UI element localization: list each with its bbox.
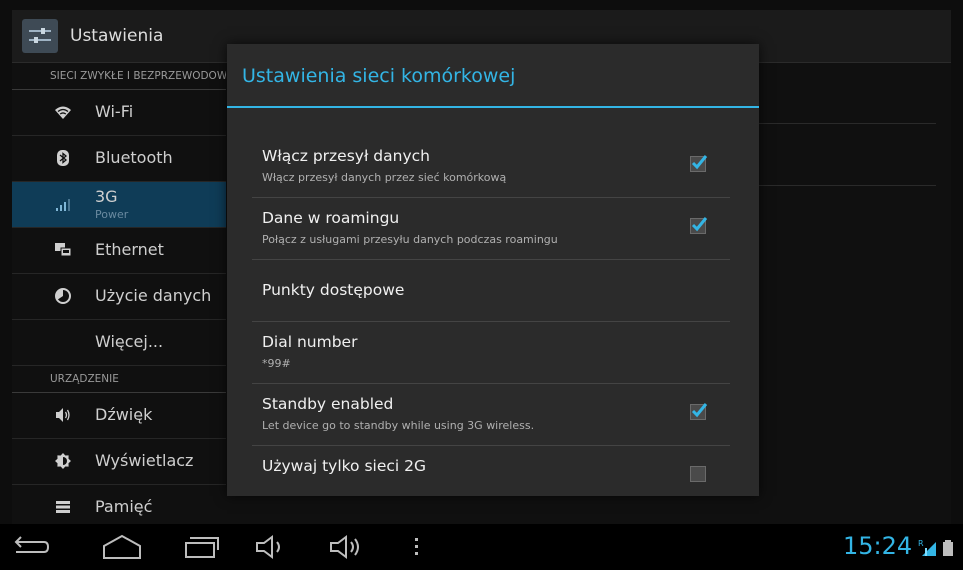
- pref-title: Dial number: [262, 333, 358, 351]
- data-roaming-checkbox[interactable]: [690, 217, 708, 234]
- menu-item-label: 3G: [95, 187, 118, 206]
- checkmark-icon: [691, 403, 708, 418]
- volume-down-icon[interactable]: [252, 532, 296, 562]
- signal-strength-icon: R: [918, 539, 936, 556]
- back-icon[interactable]: [8, 532, 52, 562]
- menu-item-label: Wyświetlacz: [95, 451, 194, 470]
- status-clock: 15:24: [843, 532, 913, 560]
- pref-summary: Połącz z usługami przesyłu danych podcza…: [262, 233, 558, 246]
- pref-summary: *99#: [262, 357, 291, 370]
- menu-item-bluetooth[interactable]: Bluetooth: [12, 136, 226, 182]
- pref-standby-enabled[interactable]: Standby enabled Let device go to standby…: [252, 384, 730, 446]
- data-usage-icon: [55, 288, 71, 304]
- pref-title: Dane w roamingu: [262, 209, 400, 227]
- menu-item-data-usage[interactable]: Użycie danych: [12, 274, 226, 320]
- pref-title: Włącz przesył danych: [262, 147, 430, 165]
- dialog-title: Ustawienia sieci komórkowej: [242, 65, 516, 87]
- bluetooth-icon: [57, 150, 69, 166]
- menu-item-label: Bluetooth: [95, 148, 173, 167]
- recent-apps-icon[interactable]: [182, 532, 226, 562]
- battery-icon: [943, 540, 953, 556]
- menu-item-label: Dźwięk: [95, 405, 153, 424]
- pref-use-2g-only[interactable]: Używaj tylko sieci 2G: [252, 446, 730, 496]
- menu-item-3g[interactable]: 3G Power: [12, 182, 226, 228]
- menu-item-label: Pamięć: [95, 497, 153, 516]
- pref-access-points[interactable]: Punkty dostępowe: [252, 260, 730, 322]
- menu-item-label: Wi-Fi: [95, 102, 134, 121]
- menu-item-label: Więcej...: [95, 332, 164, 351]
- menu-item-more[interactable]: Więcej...: [12, 320, 226, 366]
- menu-item-label: Użycie danych: [95, 286, 212, 305]
- menu-item-wifi[interactable]: Wi-Fi: [12, 90, 226, 136]
- menu-item-ethernet[interactable]: Ethernet: [12, 228, 226, 274]
- brightness-icon: [55, 453, 71, 469]
- dialog-title-divider: [227, 106, 759, 108]
- divider: [756, 185, 936, 186]
- storage-icon: [56, 501, 70, 513]
- speaker-icon: [56, 408, 70, 422]
- section-header-device: URZĄDZENIE: [12, 366, 226, 393]
- pref-title: Używaj tylko sieci 2G: [262, 457, 426, 475]
- pref-summary: Let device go to standby while using 3G …: [262, 419, 535, 432]
- settings-app-icon[interactable]: [22, 19, 58, 53]
- pref-data-enabled[interactable]: Włącz przesył danych Włącz przesył danyc…: [252, 136, 730, 198]
- divider: [756, 123, 936, 124]
- app-title: Ustawienia: [70, 26, 164, 46]
- settings-list: SIECI ZWYKŁE I BEZPRZEWODOWE Wi-Fi Bluet…: [12, 63, 226, 524]
- checkmark-icon: [691, 155, 708, 170]
- system-navigation-bar: 15:24 R: [0, 524, 963, 570]
- menu-item-display[interactable]: Wyświetlacz: [12, 439, 226, 485]
- pref-dial-number[interactable]: Dial number *99#: [252, 322, 730, 384]
- mobile-network-settings-dialog: Ustawienia sieci komórkowej Włącz przesy…: [227, 44, 759, 496]
- home-icon[interactable]: [100, 532, 144, 562]
- pref-title: Standby enabled: [262, 395, 394, 413]
- menu-item-storage[interactable]: Pamięć: [12, 485, 226, 524]
- svg-text:R: R: [918, 539, 924, 548]
- volume-up-icon[interactable]: [326, 532, 370, 562]
- checkmark-icon: [691, 217, 708, 232]
- signal-bars-icon: [56, 199, 70, 211]
- data-enabled-checkbox[interactable]: [690, 155, 708, 172]
- preference-list: Włącz przesył danych Włącz przesył danyc…: [252, 136, 730, 496]
- menu-item-sound[interactable]: Dźwięk: [12, 393, 226, 439]
- pref-title: Punkty dostępowe: [262, 281, 405, 299]
- standby-enabled-checkbox[interactable]: [690, 403, 708, 420]
- menu-item-summary: Power: [95, 208, 129, 221]
- ethernet-icon: [55, 243, 72, 257]
- menu-item-label: Ethernet: [95, 240, 164, 259]
- menu-overflow-icon[interactable]: [410, 532, 424, 562]
- pref-data-roaming[interactable]: Dane w roamingu Połącz z usługami przesy…: [252, 198, 730, 260]
- pref-summary: Włącz przesył danych przez sieć komórkow…: [262, 171, 507, 184]
- wifi-icon: [55, 106, 71, 119]
- section-header-wireless: SIECI ZWYKŁE I BEZPRZEWODOWE: [12, 63, 226, 90]
- use-2g-only-checkbox[interactable]: [690, 466, 706, 482]
